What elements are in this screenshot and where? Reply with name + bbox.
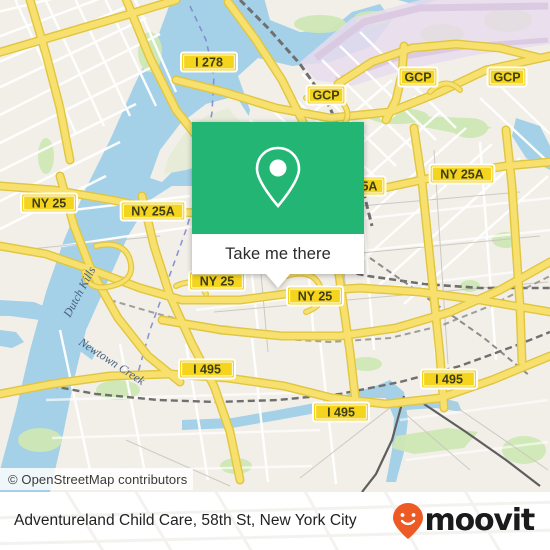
route-shield: I 278 xyxy=(180,51,238,73)
route-shield-label: I 278 xyxy=(195,56,223,70)
place-title: Adventureland Child Care, 58th St, New Y… xyxy=(14,512,357,529)
route-shield-label: GCP xyxy=(404,71,431,85)
route-shield-label: NY 25 xyxy=(200,275,235,289)
route-shield-label: NY 25A xyxy=(440,168,484,182)
route-shield-label: NY 25 xyxy=(298,290,333,304)
route-shield: I 495 xyxy=(178,358,236,380)
route-shield: I 495 xyxy=(312,401,370,423)
route-shield: NY 25 xyxy=(286,285,344,307)
route-shield: I 495 xyxy=(420,368,478,390)
route-shield-label: NY 25 xyxy=(32,197,67,211)
route-shield: GCP xyxy=(397,66,439,88)
route-shield-label: GCP xyxy=(493,71,520,85)
callout-image xyxy=(192,122,364,234)
location-pin-icon xyxy=(255,146,301,208)
osm-attribution[interactable]: © OpenStreetMap contributors xyxy=(0,468,194,490)
route-shield: GCP xyxy=(486,66,528,88)
route-shield: NY 25 xyxy=(20,192,78,214)
moovit-logo[interactable]: moovit xyxy=(392,502,536,540)
route-shield-label: I 495 xyxy=(193,363,221,377)
map-canvas[interactable]: Dutch Kills Newtown Creek I 278 GCP GCP GCP… xyxy=(0,0,550,492)
route-shield-label: I 495 xyxy=(435,373,463,387)
callout-pointer xyxy=(266,274,290,288)
route-shield-label: NY 25A xyxy=(131,205,175,219)
moovit-smiley-pin-icon xyxy=(392,503,423,539)
route-shield-label: I 495 xyxy=(327,406,355,420)
route-shield: NY 25A xyxy=(428,163,496,185)
map-callout-card[interactable]: Take me there xyxy=(192,122,364,288)
footer-bar: Adventureland Child Care, 58th St, New Y… xyxy=(0,492,550,550)
route-shield: NY 25A xyxy=(119,200,187,222)
route-shield: GCP xyxy=(305,84,347,106)
route-shield-label: GCP xyxy=(312,89,339,103)
route-shield: NY 25 xyxy=(188,270,246,292)
moovit-wordmark: moovit xyxy=(424,503,536,538)
take-me-there-button[interactable]: Take me there xyxy=(192,234,364,274)
